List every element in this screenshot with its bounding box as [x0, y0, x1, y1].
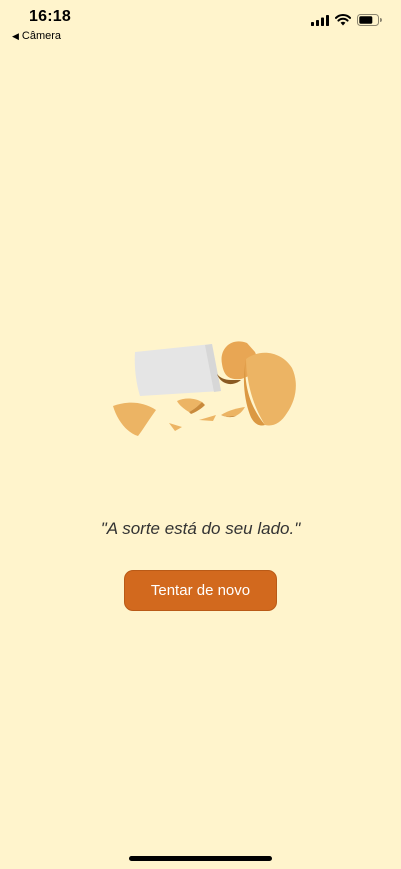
wifi-icon: [335, 14, 351, 26]
home-indicator[interactable]: [129, 856, 272, 861]
back-link-label: Câmera: [21, 30, 62, 42]
back-to-camera-link[interactable]: ◀ Câmera: [12, 30, 61, 42]
status-icons: [311, 14, 382, 26]
battery-icon: [357, 14, 382, 26]
fortune-message: "A sorte está do seu lado.": [100, 519, 301, 538]
cookie-fragment: [113, 402, 156, 436]
cookie-fragment: [169, 423, 182, 431]
status-time: 16:18: [29, 8, 71, 25]
cookie-fragment: [199, 415, 216, 421]
cookie-fragment: [221, 407, 245, 418]
signal-icon: [311, 14, 329, 26]
broken-fortune-cookie-illustration: [113, 341, 296, 436]
retry-button[interactable]: Tentar de novo: [124, 570, 277, 611]
back-arrow-icon: ◀: [12, 30, 19, 41]
status-bar: 16:18 ◀ Câmera: [0, 0, 401, 44]
